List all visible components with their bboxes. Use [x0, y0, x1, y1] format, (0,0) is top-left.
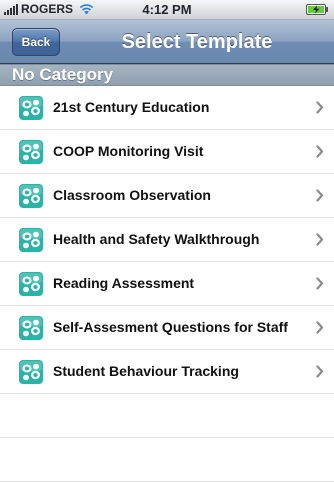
template-label: Self-Assesment Questions for Staff	[53, 319, 288, 335]
empty-row	[0, 438, 334, 482]
status-time: 4:12 PM	[142, 2, 192, 17]
template-icon	[19, 360, 43, 384]
template-row[interactable]: COOP Monitoring Visit	[0, 130, 334, 174]
template-icon	[19, 96, 43, 120]
chevron-right-icon	[316, 321, 324, 334]
page-title: Select Template	[121, 31, 273, 53]
template-label: Classroom Observation	[53, 187, 211, 203]
template-label: Student Behaviour Tracking	[53, 363, 239, 379]
template-icon	[19, 140, 43, 164]
template-label: Reading Assessment	[53, 275, 195, 291]
template-icon	[19, 316, 43, 340]
template-row[interactable]: Health and Safety Walkthrough	[0, 218, 334, 262]
battery-charging-icon	[306, 4, 328, 15]
empty-row	[0, 394, 334, 438]
template-icon	[19, 184, 43, 208]
template-row[interactable]: Student Behaviour Tracking	[0, 350, 334, 394]
back-button[interactable]: Back	[12, 28, 60, 56]
chevron-right-icon	[316, 365, 324, 378]
chevron-right-icon	[316, 145, 324, 158]
template-list: 21st Century Education COOP Monitoring V…	[0, 86, 334, 482]
navigation-bar: Back Select Template	[0, 20, 334, 64]
section-header: No Category	[0, 64, 334, 86]
template-row[interactable]: Reading Assessment	[0, 262, 334, 306]
template-row[interactable]: Self-Assesment Questions for Staff	[0, 306, 334, 350]
template-row[interactable]: 21st Century Education	[0, 86, 334, 130]
template-icon	[19, 272, 43, 296]
template-label: COOP Monitoring Visit	[53, 143, 204, 159]
template-icon	[19, 228, 43, 252]
status-bar: ROGERS 4:12 PM	[0, 0, 334, 20]
chevron-right-icon	[316, 277, 324, 290]
template-label: 21st Century Education	[53, 99, 210, 115]
chevron-right-icon	[316, 101, 324, 114]
chevron-right-icon	[316, 233, 324, 246]
template-row[interactable]: Classroom Observation	[0, 174, 334, 218]
template-label: Health and Safety Walkthrough	[53, 231, 260, 247]
chevron-right-icon	[316, 189, 324, 202]
